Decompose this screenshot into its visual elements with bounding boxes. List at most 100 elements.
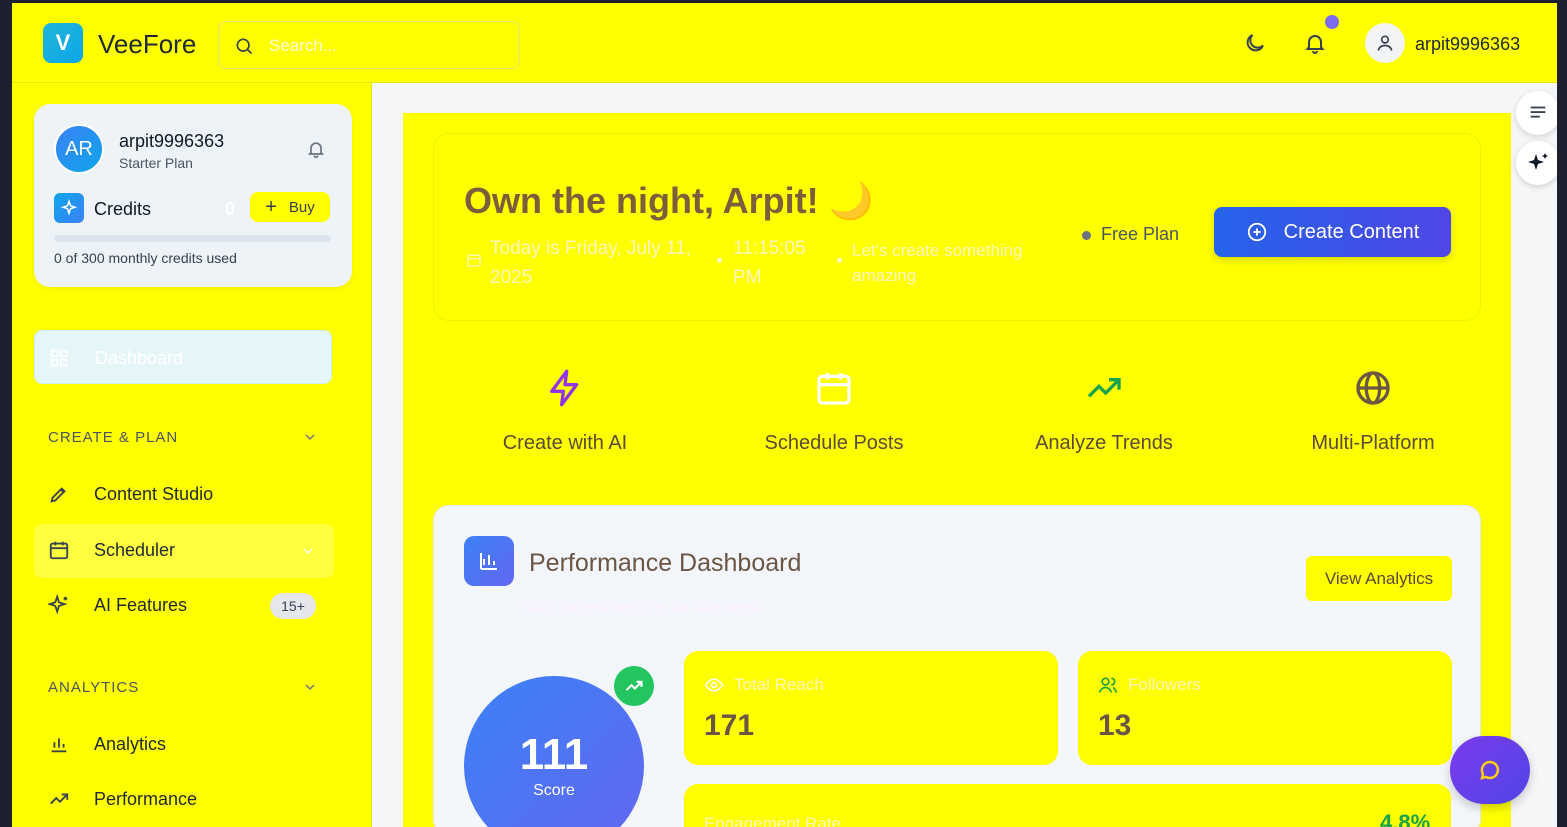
profile-username: arpit9996363 bbox=[119, 131, 225, 151]
header-username[interactable]: arpit9996363 bbox=[1415, 34, 1520, 55]
notification-dot bbox=[1325, 15, 1339, 29]
stat-title: Total Reach bbox=[734, 675, 824, 694]
calendar-icon bbox=[49, 541, 69, 560]
welcome-hero: Own the night, Arpit! 🌙 Today is Friday,… bbox=[433, 133, 1481, 321]
stat-title: Followers bbox=[1128, 675, 1201, 694]
plan-label: Free Plan bbox=[1101, 224, 1180, 244]
plan-status-dot bbox=[1082, 231, 1091, 240]
quote-icon[interactable] bbox=[1516, 91, 1557, 135]
chat-icon bbox=[1480, 760, 1500, 780]
grid-icon bbox=[50, 349, 68, 367]
view-analytics-button[interactable]: View Analytics bbox=[1306, 556, 1452, 601]
moon-icon[interactable] bbox=[1243, 31, 1267, 55]
performance-dashboard: Performance Dashboard Your content insig… bbox=[433, 505, 1481, 827]
eye-icon bbox=[704, 678, 724, 692]
score-circle: 111 Score bbox=[464, 676, 644, 827]
sidebar-item-analytics[interactable]: Analytics bbox=[34, 718, 334, 772]
app-window: V VeeFore arpit9996363 AR arpit9996363 S… bbox=[12, 3, 1557, 827]
sidebar-item-label: AI Features bbox=[94, 595, 188, 615]
sidebar-item-label: Analytics bbox=[94, 734, 167, 754]
feature-schedule-posts[interactable]: Schedule Posts bbox=[714, 368, 954, 455]
sparkles-icon[interactable] bbox=[1516, 141, 1557, 185]
section-analytics[interactable]: ANALYTICS bbox=[48, 679, 139, 696]
stat-value: 13 bbox=[1098, 709, 1132, 742]
bell-icon[interactable] bbox=[306, 139, 326, 159]
plus-circle-icon bbox=[1247, 222, 1266, 242]
chevron-down-icon[interactable] bbox=[300, 543, 316, 559]
sparkle-icon bbox=[54, 193, 84, 223]
separator-dot bbox=[717, 258, 722, 263]
pen-tool-icon bbox=[50, 487, 66, 503]
score-label: Score bbox=[533, 782, 575, 799]
section-create-plan[interactable]: CREATE & PLAN bbox=[48, 429, 178, 446]
plus-icon: + bbox=[265, 196, 277, 218]
hero-subtitle: Let's create something amazing bbox=[852, 241, 1023, 285]
sidebar-item-label: Performance bbox=[94, 789, 198, 809]
create-content-label: Create Content bbox=[1283, 220, 1420, 243]
separator-dot bbox=[837, 258, 842, 263]
main-content: Own the night, Arpit! 🌙 Today is Friday,… bbox=[372, 83, 1557, 827]
credits-used-text: 0 of 300 monthly credits used bbox=[54, 250, 237, 266]
credits-label: Credits bbox=[94, 199, 152, 219]
feature-label: Schedule Posts bbox=[764, 432, 904, 454]
search-input[interactable] bbox=[269, 34, 499, 58]
sparkles-icon bbox=[48, 594, 68, 615]
chevron-down-icon[interactable] bbox=[302, 679, 318, 695]
bar-chart-icon bbox=[464, 536, 514, 586]
create-content-button[interactable]: Create Content bbox=[1214, 207, 1451, 257]
sidebar: AR arpit9996363 Starter Plan Credits 0 +… bbox=[12, 83, 372, 827]
app-name[interactable]: VeeFore bbox=[98, 29, 196, 60]
stat-card-total-reach: Total Reach 171 bbox=[684, 651, 1058, 765]
chevron-down-icon[interactable] bbox=[302, 429, 318, 445]
greeting-title: Own the night, Arpit! 🌙 bbox=[464, 180, 874, 221]
buy-credits-button[interactable]: + Buy bbox=[250, 192, 330, 222]
current-time: 11:15:05 PM bbox=[733, 238, 806, 288]
dashboard-panel: Own the night, Arpit! 🌙 Today is Friday,… bbox=[403, 113, 1511, 827]
feature-create-with-ai[interactable]: Create with AI bbox=[445, 368, 685, 455]
calendar-icon bbox=[817, 373, 851, 405]
sidebar-item-label: Scheduler bbox=[94, 540, 176, 560]
avatar[interactable]: AR bbox=[54, 124, 104, 174]
trending-up-icon bbox=[50, 793, 69, 805]
credits-count: 0 bbox=[225, 199, 236, 219]
feature-label: Analyze Trends bbox=[1035, 432, 1173, 454]
stat-value: 4.8% bbox=[1380, 810, 1431, 827]
trending-up-icon bbox=[614, 666, 654, 706]
feature-label: Multi-Platform bbox=[1311, 432, 1435, 454]
chat-button[interactable] bbox=[1450, 736, 1530, 804]
stat-card-followers: Followers 13 bbox=[1078, 651, 1452, 765]
sidebar-item-scheduler[interactable]: Scheduler bbox=[34, 524, 334, 578]
stat-value: 171 bbox=[704, 709, 755, 742]
sidebar-item-ai-features[interactable]: AI Features 15+ bbox=[34, 579, 334, 633]
sidebar-item-dashboard[interactable]: Dashboard bbox=[34, 330, 332, 384]
count-badge: 15+ bbox=[270, 593, 316, 619]
sidebar-item-content-studio[interactable]: Content Studio bbox=[34, 468, 334, 522]
feature-analyze-trends[interactable]: Analyze Trends bbox=[984, 368, 1224, 455]
calendar-icon bbox=[467, 254, 481, 267]
stat-title: Engagement Rate bbox=[704, 814, 842, 827]
top-header: V VeeFore arpit9996363 bbox=[12, 3, 1557, 83]
score-value: 111 bbox=[519, 730, 589, 779]
profile-card: AR arpit9996363 Starter Plan Credits 0 +… bbox=[34, 104, 352, 287]
globe-icon bbox=[1356, 371, 1390, 405]
lightning-icon bbox=[550, 369, 579, 407]
user-avatar[interactable] bbox=[1365, 23, 1405, 63]
buy-label: Buy bbox=[288, 198, 315, 216]
sidebar-item-label: Dashboard bbox=[95, 348, 184, 368]
trending-up-icon bbox=[1087, 378, 1121, 398]
user-icon bbox=[1377, 35, 1393, 51]
feature-label: Create with AI bbox=[502, 432, 628, 454]
feature-multi-platform[interactable]: Multi-Platform bbox=[1253, 368, 1493, 455]
performance-title: Performance Dashboard bbox=[529, 549, 802, 577]
profile-plan: Starter Plan bbox=[119, 155, 193, 171]
sidebar-item-label: Content Studio bbox=[94, 484, 214, 504]
search-box[interactable] bbox=[218, 21, 520, 69]
bell-icon[interactable] bbox=[1303, 31, 1327, 55]
bar-chart-icon bbox=[51, 738, 67, 753]
performance-subtitle: Your content insights for this week bbox=[519, 599, 762, 616]
sidebar-item-performance[interactable]: Performance bbox=[34, 773, 334, 827]
current-date: Today is Friday, July 11, 2025 bbox=[490, 238, 691, 288]
logo-icon[interactable]: V bbox=[43, 23, 83, 63]
search-icon bbox=[236, 38, 253, 55]
stat-card-engagement-rate: Engagement Rate 4.8% bbox=[684, 784, 1451, 827]
